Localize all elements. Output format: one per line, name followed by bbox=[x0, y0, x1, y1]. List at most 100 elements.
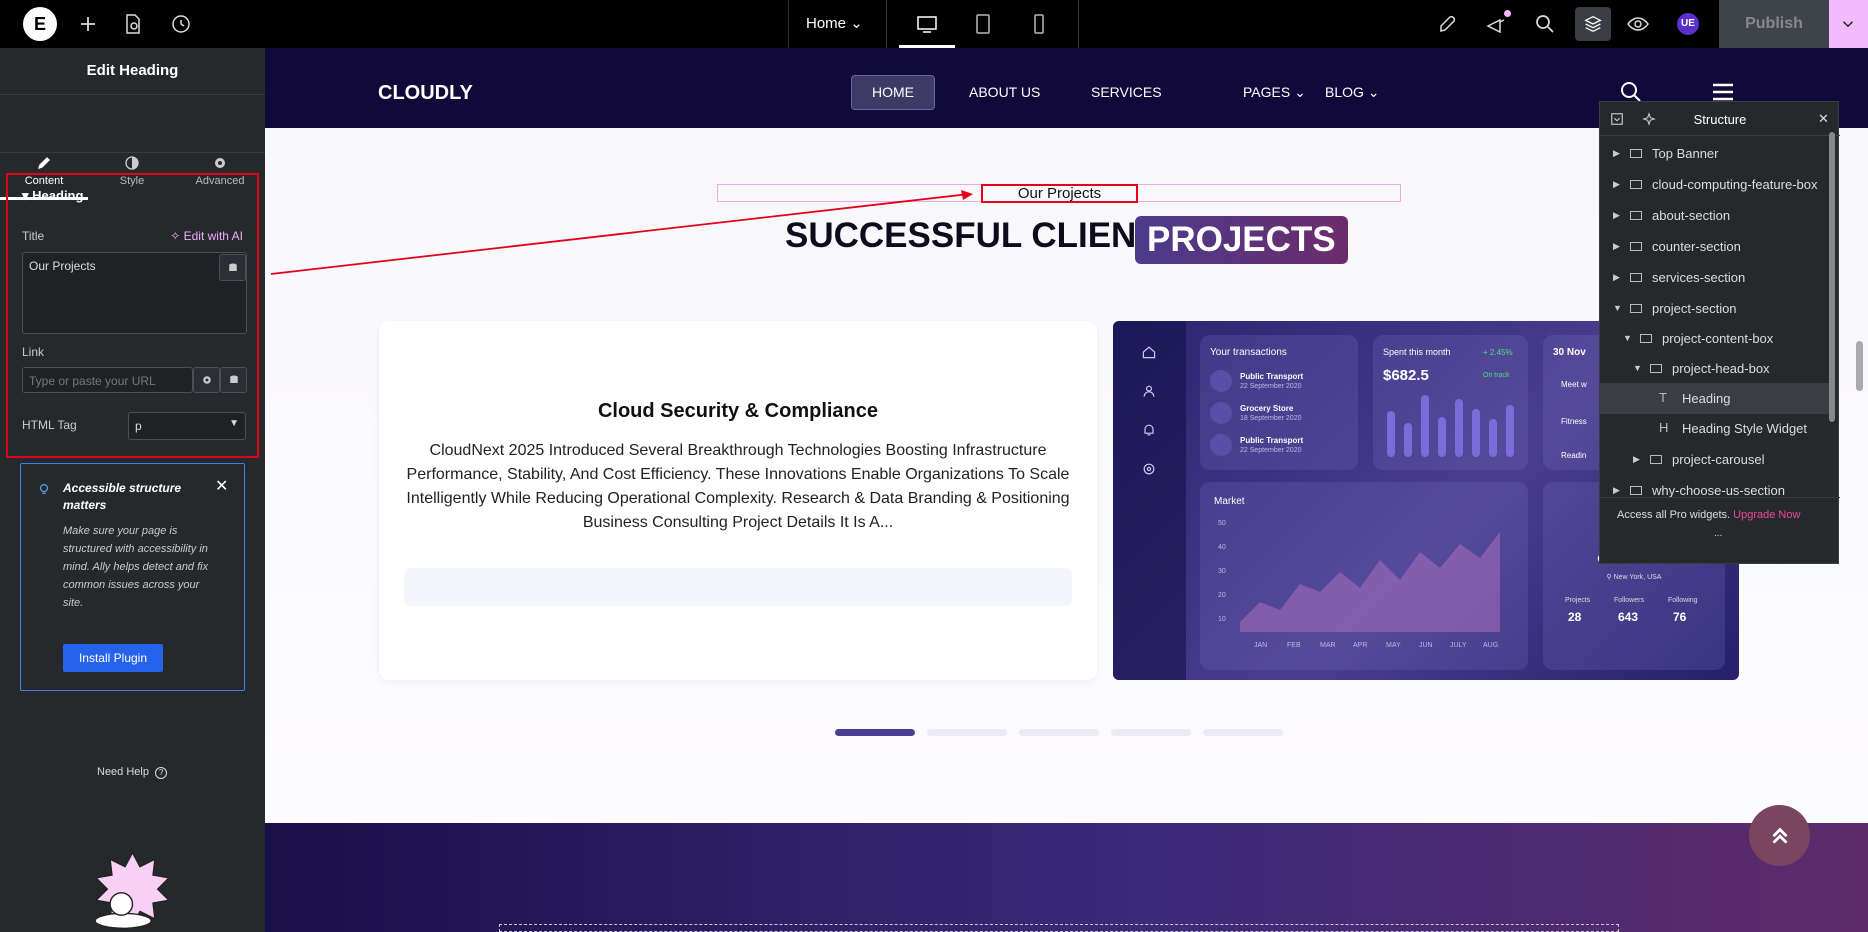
structure-item-heading-style-widget[interactable]: H Heading Style Widget bbox=[1600, 413, 1832, 444]
user-icon bbox=[1143, 385, 1155, 397]
transaction-name: Public Transport bbox=[1240, 436, 1304, 445]
html-tag-select[interactable]: p ▼ bbox=[128, 412, 246, 440]
structure-toggle-button[interactable] bbox=[1575, 7, 1611, 41]
install-plugin-button[interactable]: Install Plugin bbox=[63, 644, 163, 672]
market-area-chart bbox=[1240, 532, 1500, 632]
page-selector[interactable]: Home ⌄ bbox=[806, 14, 863, 32]
projects-heading[interactable]: SUCCESSFUL CLIENT bbox=[785, 216, 1158, 256]
structure-title: Structure bbox=[1693, 112, 1747, 127]
edit-panel: Edit Heading Content Style Advanced ▾ He… bbox=[0, 48, 265, 932]
rocket-icon[interactable] bbox=[1436, 12, 1460, 36]
section-title: Heading bbox=[32, 188, 84, 203]
editor-topbar: E Home ⌄ UE Publish bbox=[0, 0, 1868, 48]
pencil-icon bbox=[37, 157, 50, 170]
structure-item-cloud-computing[interactable]: ▶ cloud-computing-feature-box bbox=[1600, 169, 1832, 200]
dynamic-tags-icon[interactable] bbox=[219, 254, 246, 281]
caret-down-icon: ▾ bbox=[22, 188, 29, 203]
structure-header: Structure ✕ bbox=[1600, 102, 1840, 136]
structure-item-project-content-box[interactable]: ▼ project-content-box bbox=[1600, 323, 1832, 354]
tablet-view-icon[interactable] bbox=[971, 12, 995, 36]
notice-title: Accessible structure matters bbox=[63, 481, 182, 512]
spent-bar bbox=[1472, 409, 1480, 457]
structure-scrollbar[interactable] bbox=[1829, 132, 1835, 422]
site-logo[interactable]: CLOUDLY bbox=[378, 82, 473, 105]
carousel-dot[interactable] bbox=[1111, 729, 1191, 736]
link-label: Link bbox=[22, 345, 45, 359]
structure-item-top-banner[interactable]: ▶ Top Banner bbox=[1600, 138, 1832, 169]
scroll-to-top-button[interactable] bbox=[1749, 805, 1810, 866]
projects-eyebrow[interactable]: Our Projects bbox=[981, 185, 1138, 202]
link-input[interactable]: Type or paste your URL bbox=[22, 367, 193, 393]
publish-button[interactable]: Publish bbox=[1719, 0, 1829, 48]
elementor-logo-button[interactable]: E bbox=[23, 7, 57, 41]
nav-item-services[interactable]: SERVICES bbox=[1091, 84, 1162, 100]
publish-options-button[interactable] bbox=[1829, 0, 1868, 48]
carousel-dot-active[interactable] bbox=[835, 729, 915, 736]
spent-bar bbox=[1404, 423, 1412, 457]
page-name: Home bbox=[806, 15, 847, 32]
title-label: Title bbox=[22, 229, 45, 243]
notification-dot bbox=[1504, 10, 1511, 17]
upgrade-link[interactable]: Upgrade Now bbox=[1733, 509, 1800, 521]
user-avatar[interactable]: UE bbox=[1677, 13, 1699, 35]
preview-eye-icon[interactable] bbox=[1626, 12, 1650, 36]
spent-bar bbox=[1455, 399, 1463, 457]
section-toggle[interactable]: ▾ Heading bbox=[22, 188, 83, 204]
need-help-link[interactable]: Need Help ? bbox=[97, 766, 168, 779]
link-options-gear-icon[interactable] bbox=[193, 367, 220, 393]
transactions-panel: Your transactions Public Transport 22 Se… bbox=[1200, 335, 1358, 470]
location-pin-icon: ⚲ bbox=[1606, 574, 1612, 581]
structure-panel: Structure ✕ ▶ Top Banner ▶ cloud-computing… bbox=[1599, 101, 1840, 565]
mobile-view-icon[interactable] bbox=[1027, 12, 1051, 36]
heading-section: ▾ Heading Title ✧ Edit with AI Our Proje… bbox=[6, 173, 259, 458]
dashboard-sidebar bbox=[1113, 321, 1186, 680]
spent-bar bbox=[1489, 419, 1497, 457]
carousel-dot[interactable] bbox=[927, 729, 1007, 736]
structure-item-services[interactable]: ▶ services-section bbox=[1600, 262, 1832, 293]
search-icon[interactable] bbox=[1533, 12, 1557, 36]
market-title: Market bbox=[1214, 496, 1245, 507]
nav-item-home[interactable]: HOME bbox=[851, 75, 935, 110]
sparkle-icon: ✧ bbox=[170, 229, 181, 243]
desktop-view-icon[interactable] bbox=[915, 12, 939, 36]
projects-heading-highlight[interactable]: PROJECTS bbox=[1135, 216, 1348, 264]
nav-item-about[interactable]: ABOUT US bbox=[969, 84, 1040, 100]
link-dynamic-tags-icon[interactable] bbox=[220, 367, 247, 393]
structure-item-counter[interactable]: ▶ counter-section bbox=[1600, 231, 1832, 262]
profile-location: ⚲ New York, USA bbox=[1606, 574, 1662, 581]
structure-footer: Access all Pro widgets. Upgrade Now ... bbox=[1600, 497, 1840, 565]
close-icon[interactable]: ✕ bbox=[215, 476, 228, 496]
spent-bar bbox=[1438, 417, 1446, 457]
spent-value: $682.5 bbox=[1383, 367, 1429, 384]
history-icon[interactable] bbox=[169, 12, 193, 36]
carousel-dot[interactable] bbox=[1019, 729, 1099, 736]
lightbulb-icon bbox=[39, 484, 49, 494]
home-icon bbox=[1142, 346, 1156, 359]
structure-item-about[interactable]: ▶ about-section bbox=[1600, 200, 1832, 231]
pro-mascot-illustration bbox=[94, 851, 171, 929]
close-icon[interactable]: ✕ bbox=[1818, 111, 1829, 127]
add-element-icon[interactable] bbox=[76, 12, 100, 36]
transaction-name: Grocery Store bbox=[1240, 404, 1294, 413]
spent-bar bbox=[1421, 395, 1429, 457]
next-section-band bbox=[265, 823, 1868, 932]
title-textarea[interactable]: Our Projects bbox=[22, 252, 247, 334]
bell-icon bbox=[1144, 424, 1154, 436]
project-card-footer bbox=[404, 568, 1072, 606]
chevron-down-icon: ⌄ bbox=[1367, 84, 1380, 100]
nav-item-pages[interactable]: PAGES ⌄ bbox=[1243, 84, 1306, 101]
grocery-icon bbox=[1210, 402, 1232, 424]
nav-item-blog[interactable]: BLOG ⌄ bbox=[1325, 84, 1380, 101]
structure-item-project-head-box[interactable]: ▼ project-head-box bbox=[1600, 353, 1832, 384]
page-scrollbar[interactable] bbox=[1856, 341, 1863, 391]
structure-item-heading[interactable]: T Heading bbox=[1600, 383, 1832, 414]
html-tag-label: HTML Tag bbox=[22, 418, 77, 432]
structure-item-project-section[interactable]: ▼ project-section bbox=[1600, 293, 1832, 324]
edit-with-ai-link[interactable]: ✧ Edit with AI bbox=[170, 229, 243, 243]
resize-handle[interactable]: ... bbox=[1714, 528, 1722, 539]
page-settings-icon[interactable] bbox=[121, 12, 145, 36]
carousel-dot[interactable] bbox=[1203, 729, 1283, 736]
spent-delta: + 2.45% bbox=[1483, 348, 1513, 357]
transaction-date: 22 September 2020 bbox=[1240, 447, 1302, 454]
structure-item-project-carousel[interactable]: ▶ project-carousel bbox=[1600, 444, 1832, 475]
